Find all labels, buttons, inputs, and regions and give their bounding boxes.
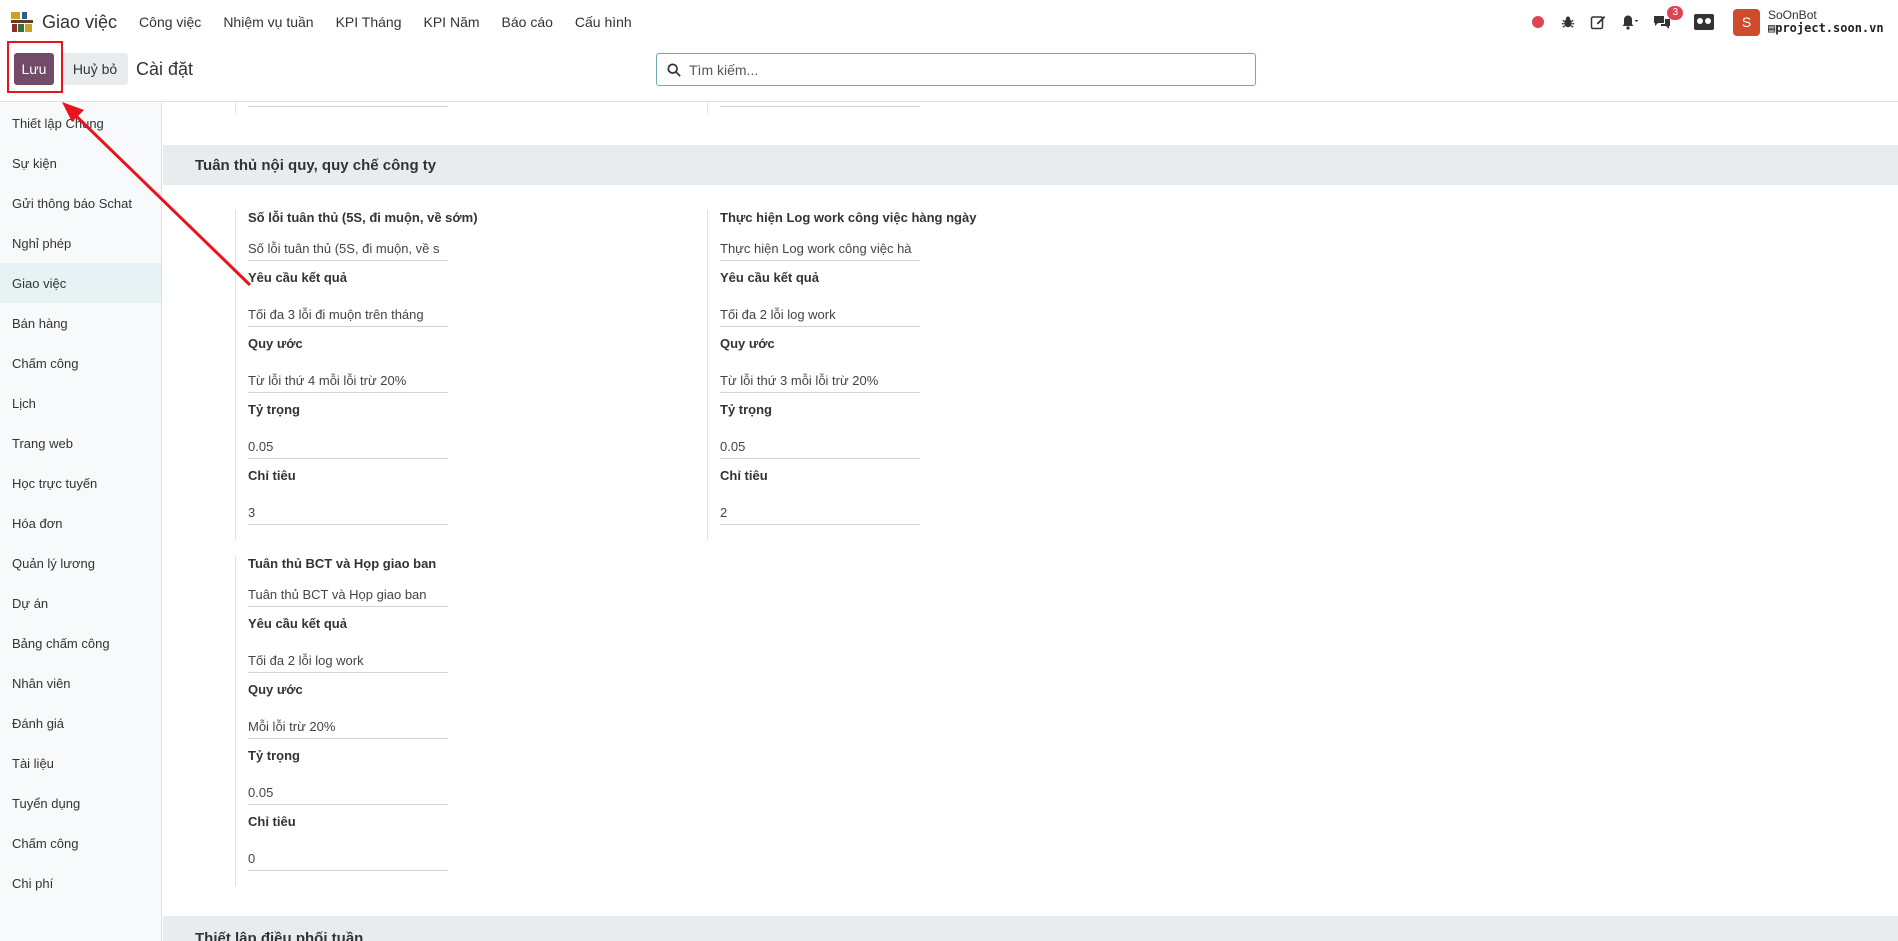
settings-sidebar: Thiết lập Chung Sự kiện Gửi thông báo Sc… [0, 103, 162, 941]
rule-field[interactable]: Từ lỗi thứ 3 mỗi lỗi trừ 20% [720, 371, 920, 393]
result-requirement-field[interactable]: Tối đa 2 lỗi log work [720, 305, 920, 327]
app-brand[interactable]: Giao việc [10, 10, 117, 34]
target-field[interactable]: 0 [248, 849, 448, 871]
control-panel: Lưu Huỷ bỏ Cài đặt [0, 44, 1898, 102]
sidebar-item-giao-viec[interactable]: Giao việc [0, 263, 161, 303]
bug-icon[interactable] [1557, 11, 1579, 33]
systray: 3 S SoOnBot ▤project.soon.vn [1527, 0, 1898, 44]
section-header-weekly: Thiết lập điều phối tuần [163, 916, 1898, 941]
sidebar-item-thiet-lap-chung[interactable]: Thiết lập Chung [0, 103, 161, 143]
menu-nhiem-vu-tuan[interactable]: Nhiệm vụ tuần [223, 14, 313, 30]
result-requirement-label: Yêu cầu kết quả [248, 270, 347, 285]
sidebar-item-cham-cong-2[interactable]: Chấm công [0, 823, 161, 863]
name-field[interactable]: Số lỗi tuân thủ (5S, đi muộn, về s [248, 239, 448, 261]
weight-label: Tỷ trọng [248, 748, 300, 763]
search-box[interactable] [656, 53, 1256, 86]
app-name: Giao việc [42, 11, 118, 32]
group-title: Tuân thủ BCT và Họp giao ban [248, 556, 437, 571]
sidebar-item-tai-lieu[interactable]: Tài liệu [0, 743, 161, 783]
settings-content: Tuân thủ nội quy, quy chế công ty Số lỗi… [163, 103, 1898, 941]
discard-button[interactable]: Huỷ bỏ [62, 53, 128, 85]
search-input[interactable] [689, 61, 1229, 78]
sidebar-item-du-an[interactable]: Dự án [0, 583, 161, 623]
sidebar-item-trang-web[interactable]: Trang web [0, 423, 161, 463]
rule-field[interactable]: Từ lỗi thứ 4 mỗi lỗi trừ 20% [248, 371, 448, 393]
menu-kpi-nam[interactable]: KPI Năm [424, 14, 480, 30]
field-divider [707, 103, 708, 113]
users-icon[interactable] [1691, 11, 1717, 33]
sidebar-item-chi-phi[interactable]: Chi phí [0, 863, 161, 903]
top-navbar: Giao việc Công việc Nhiệm vụ tuần KPI Th… [0, 0, 1898, 44]
avatar[interactable]: S [1733, 8, 1760, 36]
name-field[interactable]: Tuân thủ BCT và Họp giao ban [248, 585, 448, 607]
sidebar-item-hoa-don[interactable]: Hóa đơn [0, 503, 161, 543]
group-title: Thực hiện Log work công việc hàng ngày [720, 210, 977, 225]
save-button-highlight [7, 41, 63, 93]
menu-cau-hinh[interactable]: Cấu hình [575, 14, 632, 30]
kpi-group-compliance-errors: Số lỗi tuân thủ (5S, đi muộn, về sớm) Số… [235, 210, 675, 540]
bell-icon[interactable] [1617, 11, 1643, 33]
field-divider [235, 103, 236, 113]
sidebar-item-ban-hang[interactable]: Bán hàng [0, 303, 161, 343]
result-requirement-field[interactable]: Tối đa 3 lỗi đi muộn trên tháng [248, 305, 448, 327]
target-label: Chỉ tiêu [248, 814, 296, 829]
record-dot-icon[interactable] [1527, 11, 1549, 33]
menu-cong-viec[interactable]: Công việc [139, 14, 201, 30]
message-count-badge: 3 [1667, 6, 1683, 20]
menu-kpi-thang[interactable]: KPI Tháng [336, 14, 402, 30]
result-requirement-field[interactable]: Tối đa 2 lỗi log work [248, 651, 448, 673]
chat-icon[interactable]: 3 [1651, 6, 1683, 33]
section-header-compliance: Tuân thủ nội quy, quy chế công ty [163, 145, 1898, 185]
sidebar-item-cham-cong[interactable]: Chấm công [0, 343, 161, 383]
sidebar-item-gui-thong-bao-schat[interactable]: Gửi thông báo Schat [0, 183, 161, 223]
sidebar-item-lich[interactable]: Lịch [0, 383, 161, 423]
target-field[interactable]: 2 [720, 503, 920, 525]
kpi-group-daily-log-work: Thực hiện Log work công việc hàng ngày T… [707, 210, 1147, 540]
sidebar-item-quan-ly-luong[interactable]: Quản lý lương [0, 543, 161, 583]
weight-field[interactable]: 0.05 [248, 437, 448, 459]
weight-field[interactable]: 0.05 [720, 437, 920, 459]
weight-label: Tỷ trọng [720, 402, 772, 417]
target-field[interactable]: 3 [248, 503, 448, 525]
menu-bao-cao[interactable]: Báo cáo [502, 14, 553, 30]
sidebar-item-bang-cham-cong[interactable]: Bảng chấm công [0, 623, 161, 663]
sidebar-item-su-kien[interactable]: Sự kiện [0, 143, 161, 183]
rule-label: Quy ước [720, 336, 775, 351]
page-title: Cài đặt [136, 59, 194, 79]
target-label: Chỉ tiêu [720, 468, 768, 483]
rule-label: Quy ước [248, 336, 303, 351]
edit-icon[interactable] [1587, 11, 1609, 33]
kpi-group-bct-meeting: Tuân thủ BCT và Họp giao ban Tuân thủ BC… [235, 556, 675, 886]
database-name: project.soon.vn [1775, 21, 1884, 35]
weight-label: Tỷ trọng [248, 402, 300, 417]
field-underline [720, 106, 920, 107]
app-logo-icon [11, 12, 33, 32]
sidebar-item-danh-gia[interactable]: Đánh giá [0, 703, 161, 743]
group-title: Số lỗi tuân thủ (5S, đi muộn, về sớm) [248, 210, 478, 225]
target-label: Chỉ tiêu [248, 468, 296, 483]
rule-label: Quy ước [248, 682, 303, 697]
sidebar-item-nghi-phep[interactable]: Nghỉ phép [0, 223, 161, 263]
main-menu: Công việc Nhiệm vụ tuần KPI Tháng KPI Nă… [139, 14, 654, 30]
rule-field[interactable]: Mỗi lỗi trừ 20% [248, 717, 448, 739]
search-icon [667, 62, 681, 77]
sidebar-item-tuyen-dung[interactable]: Tuyển dụng [0, 783, 161, 823]
sidebar-item-hoc-truc-tuyen[interactable]: Học trực tuyến [0, 463, 161, 503]
user-info[interactable]: SoOnBot ▤project.soon.vn [1768, 9, 1898, 35]
weight-field[interactable]: 0.05 [248, 783, 448, 805]
result-requirement-label: Yêu cầu kết quả [720, 270, 819, 285]
field-underline [248, 106, 448, 107]
sidebar-item-nhan-vien[interactable]: Nhân viên [0, 663, 161, 703]
result-requirement-label: Yêu cầu kết quả [248, 616, 347, 631]
name-field[interactable]: Thực hiện Log work công việc hà [720, 239, 920, 261]
